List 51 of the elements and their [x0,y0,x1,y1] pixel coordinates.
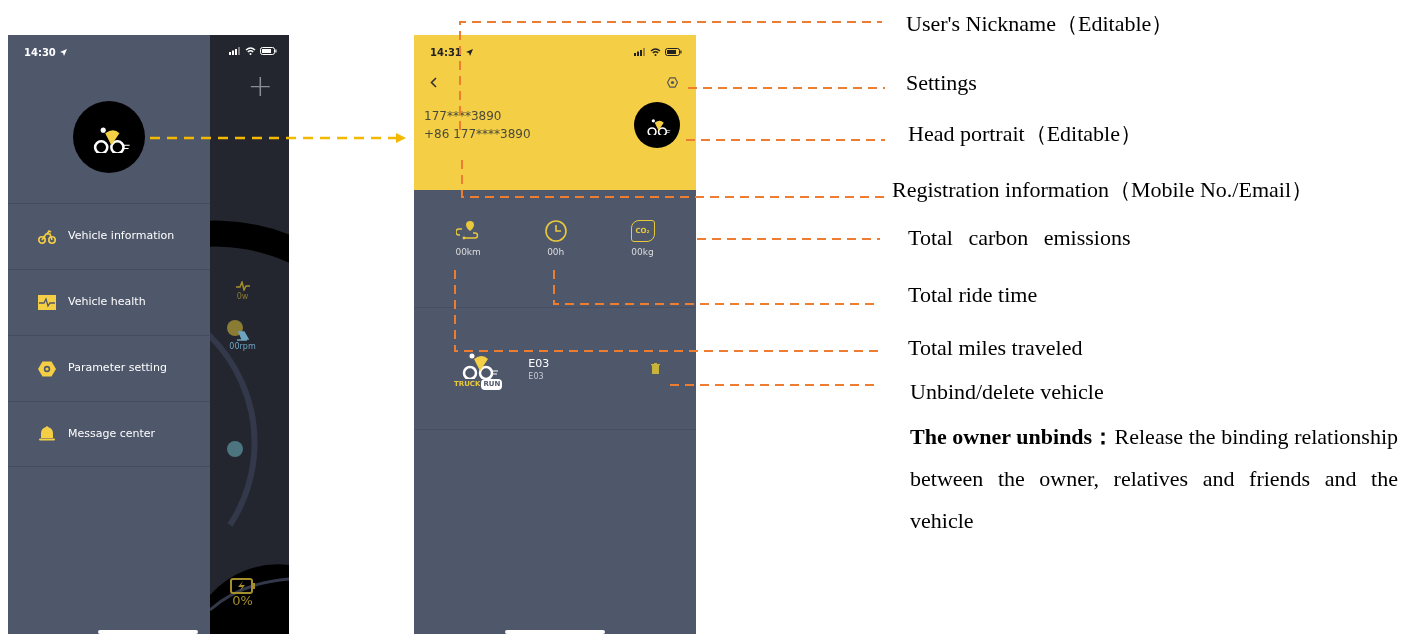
status-time: 14:31 [430,45,462,60]
annotation-label: Total carbon emissions [908,226,1131,251]
battery-icon [665,48,682,56]
charging-battery-icon [229,578,256,594]
signal-icon [634,48,646,56]
menu-item-label: Parameter setting [68,360,167,377]
menu-item-label: Vehicle information [68,228,175,245]
menu-item[interactable]: Vehicle information [8,203,210,269]
location-arrow-icon [59,48,67,56]
pulse-icon [38,294,56,311]
annotation-label: Unbind/delete vehicle [910,380,1104,405]
battery-reading: 0% [232,594,253,607]
signal-icon [229,47,241,55]
pulse-icon [235,281,250,291]
stat-value: 00kg [631,246,654,259]
menu-item[interactable]: Parameter setting [8,335,210,401]
annotation-label: Total ride time [908,283,1038,308]
battery-icon [260,47,277,55]
wifi-icon [650,48,661,56]
avatar-logo[interactable] [634,102,680,148]
location-arrow-icon [465,48,473,56]
bell-icon [38,426,56,442]
annotation-label: Registration information（Mobile No./Email） [892,178,1313,203]
settings-icon[interactable] [667,77,678,88]
menu-item[interactable]: Vehicle health [8,269,210,335]
motorbike-icon [38,228,56,245]
annotation-note: The owner unbinds：Release the binding relationship between the owner, relatives and friends and the vehicle [910,423,1398,535]
annotation-label: Settings [906,71,977,96]
vehicle-name: E03 [528,356,550,372]
hexagon-nut-icon [38,360,56,377]
account-name[interactable]: 177****3890 [424,107,531,125]
vehicle-model: E03 [528,372,545,381]
registration-number: +86 177****3890 [424,126,531,143]
stat-value: 00h [547,246,565,259]
cadence-reading: 00rpm [229,341,256,353]
back-chevron-icon[interactable] [430,77,437,88]
menu-item-label: Message center [68,425,156,442]
status-time: 14:30 [24,45,56,60]
pedal-icon [236,331,249,341]
stat-value: 00km [455,246,481,259]
trash-icon[interactable] [651,363,660,374]
menu-item-label: Vehicle health [68,294,146,311]
power-reading: 0w [236,291,249,303]
add-button[interactable]: + [247,71,273,101]
annotation-label: Head portrait（Editable） [908,122,1142,147]
route-pin-icon [456,220,481,242]
annotation-label: User's Nickname（Editable） [906,12,1174,37]
wifi-icon [245,47,256,55]
clock-icon [543,220,568,242]
annotation-label: Total miles traveled [908,336,1083,361]
menu-item[interactable]: Message center [8,401,210,467]
